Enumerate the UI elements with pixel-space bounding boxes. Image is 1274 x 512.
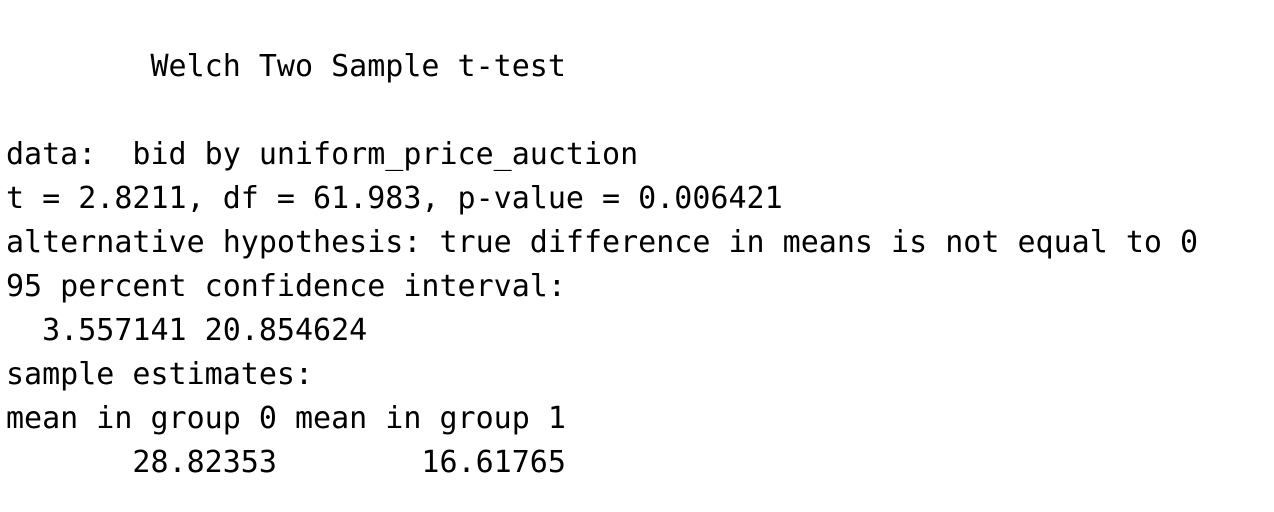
console-output: Welch Two Sample t-test data: bid by uni… [6,0,1268,480]
data-description: data: bid by uniform_price_auction [6,137,639,172]
test-statistics: t = 2.8211, df = 61.983, p-value = 0.006… [6,181,783,216]
sample-estimates-header: sample estimates: [6,357,314,392]
alternative-hypothesis: alternative hypothesis: true difference … [6,225,1199,260]
test-title: Welch Two Sample t-test [6,49,566,84]
confidence-interval-header: 95 percent confidence interval: [6,269,566,304]
sample-estimates-values: 28.82353 16.61765 [6,445,566,480]
sample-estimates-labels: mean in group 0 mean in group 1 [6,401,566,436]
confidence-interval-values: 3.557141 20.854624 [6,313,368,348]
